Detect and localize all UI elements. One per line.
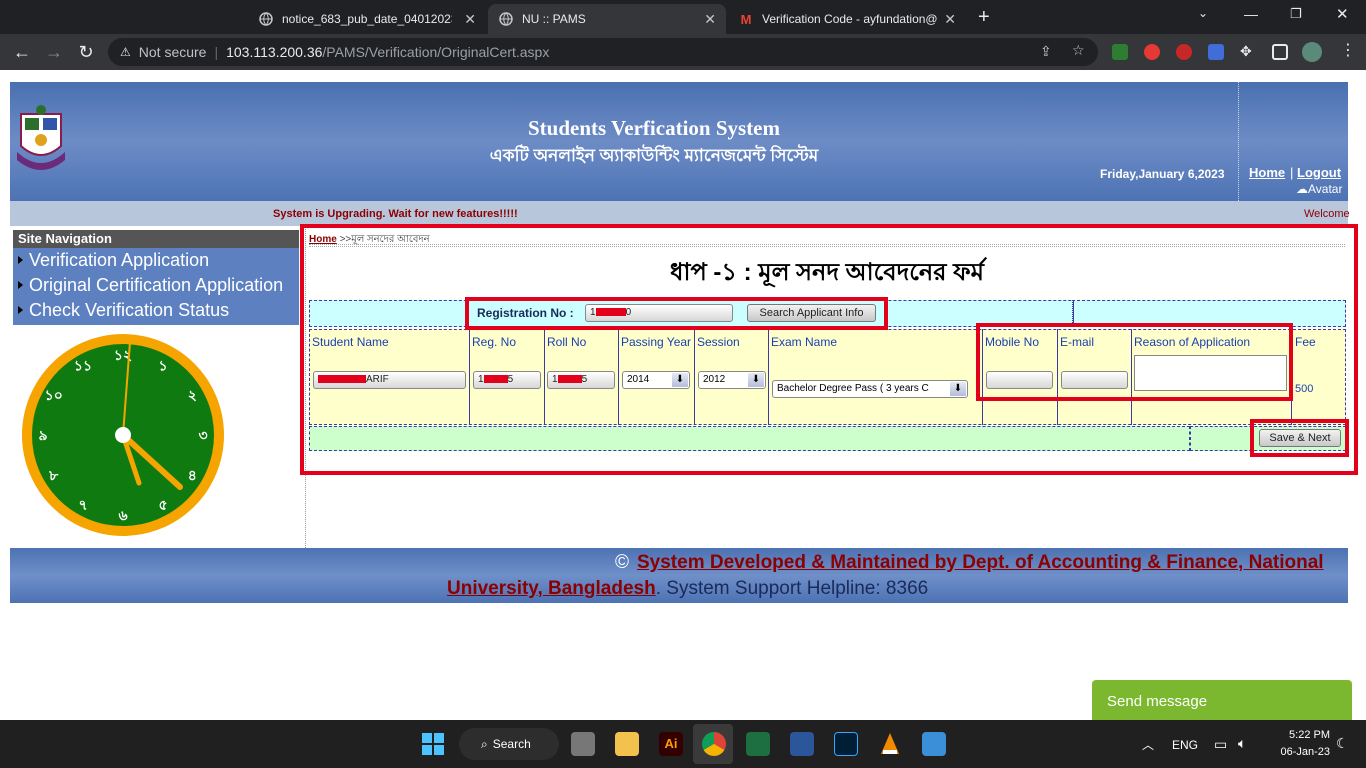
send-message-button[interactable]: Send message bbox=[1092, 680, 1352, 720]
clock-numeral: ২ bbox=[188, 388, 197, 404]
share-icon[interactable]: ⇪ bbox=[1040, 43, 1052, 60]
close-icon[interactable]: ✕ bbox=[464, 11, 476, 28]
restore-button[interactable]: ❐ bbox=[1290, 6, 1302, 22]
developer-link[interactable]: System Developed & Maintained by Dept. o… bbox=[637, 552, 1324, 574]
security-label: Not secure bbox=[138, 44, 207, 60]
word-icon[interactable] bbox=[790, 732, 814, 756]
avatar-image-icon: ☁ bbox=[1296, 182, 1308, 196]
tab-label: notice_683_pub_date_04012023.p bbox=[282, 12, 452, 26]
forward-button[interactable]: → bbox=[42, 40, 66, 64]
clock-numeral: ৫ bbox=[158, 497, 167, 513]
notification-icon[interactable]: ☾ bbox=[1336, 735, 1349, 752]
tab-label: Verification Code - ayfundation@ bbox=[762, 12, 938, 26]
photoshop-icon[interactable] bbox=[834, 732, 858, 756]
analog-clock: ১১ ১০ ৯ ৮ ৭ ৬ ৫ ৪ ৩ ২ ১ ১২ bbox=[18, 330, 228, 540]
profile-avatar[interactable] bbox=[1302, 42, 1322, 62]
notice-bar: System is Upgrading. Wait for new featur… bbox=[10, 201, 1350, 226]
search-icon: ⌕ bbox=[481, 736, 488, 751]
nav-item-verification-application[interactable]: Verification Application bbox=[13, 248, 299, 273]
warning-icon: ⚠ bbox=[120, 45, 131, 59]
tab-notice[interactable]: notice_683_pub_date_04012023.p ✕ bbox=[248, 4, 486, 34]
save-highlight-box bbox=[1250, 419, 1349, 457]
clock-numeral: ৭ bbox=[78, 497, 87, 513]
university-link[interactable]: University, Bangladesh bbox=[447, 578, 656, 599]
site-header: Students Verfication System একটি অনলাইন … bbox=[10, 82, 1348, 201]
menu-dots-icon[interactable]: ⋮ bbox=[1340, 40, 1356, 60]
vlc-icon[interactable] bbox=[878, 732, 902, 756]
clock-numeral: ১ bbox=[158, 359, 167, 375]
close-icon[interactable]: ✕ bbox=[944, 11, 956, 28]
volume-icon[interactable]: 🔈︎ bbox=[1238, 735, 1246, 752]
network-icon[interactable]: ▭ bbox=[1214, 736, 1227, 753]
copyright-symbol: © bbox=[615, 552, 629, 573]
omnibox-divider: | bbox=[214, 44, 219, 60]
clock-time[interactable]: 5:22 PM bbox=[1270, 729, 1330, 741]
url-host: 103.113.200.36 bbox=[226, 44, 323, 60]
avatar: ☁Avatar bbox=[1296, 182, 1342, 196]
close-icon[interactable]: ✕ bbox=[704, 11, 716, 28]
registration-highlight-box bbox=[465, 297, 888, 330]
nav-item-check-status[interactable]: Check Verification Status bbox=[13, 298, 299, 323]
bookmark-star-icon[interactable]: ☆ bbox=[1072, 42, 1085, 59]
taskbar-search[interactable]: ⌕ Search bbox=[459, 728, 559, 760]
gmail-icon: M bbox=[740, 11, 752, 27]
analytics-extension-icon[interactable] bbox=[1112, 44, 1128, 60]
header-divider bbox=[1238, 82, 1239, 201]
chevron-up-icon[interactable]: ︿ bbox=[1142, 736, 1154, 753]
clock-numeral: ৪ bbox=[188, 468, 197, 484]
excel-icon[interactable] bbox=[746, 732, 770, 756]
helpline-text: . System Support Helpline: 8366 bbox=[655, 578, 929, 599]
extensions-puzzle-icon[interactable]: ✥ bbox=[1240, 43, 1256, 59]
avatar-label: Avatar bbox=[1308, 182, 1343, 196]
home-link[interactable]: Home bbox=[1249, 165, 1285, 180]
browser-tab-bar: notice_683_pub_date_04012023.p ✕ NU :: P… bbox=[0, 0, 1366, 34]
url-path: /PAMS/Verification/OriginalCert.aspx bbox=[322, 44, 550, 60]
new-tab-button[interactable]: + bbox=[978, 6, 990, 29]
youtube-extension-icon[interactable] bbox=[1144, 44, 1160, 60]
translate-extension-icon[interactable] bbox=[1208, 44, 1224, 60]
task-view-icon[interactable] bbox=[571, 732, 595, 756]
language-indicator[interactable]: ENG bbox=[1172, 738, 1198, 752]
clock-numeral: ৮ bbox=[48, 468, 59, 484]
taskbar: ⌕ Search ︿ ENG ▭ 🔈︎ 5:22 PM 06-Jan-23 ☾ bbox=[0, 720, 1366, 768]
tab-nu-pams[interactable]: NU :: PAMS ✕ bbox=[488, 4, 726, 34]
tab-search-icon[interactable]: ⌄ bbox=[1198, 6, 1208, 20]
clock-numeral: ৯ bbox=[38, 428, 47, 444]
clock-numeral: ৬ bbox=[118, 508, 127, 524]
clock-numeral: ১০ bbox=[45, 388, 63, 404]
clock-numeral: ১১ bbox=[74, 359, 92, 375]
file-explorer-icon[interactable] bbox=[615, 732, 639, 756]
clock-numeral: ৩ bbox=[198, 428, 207, 444]
side-panel-icon[interactable] bbox=[1272, 44, 1288, 60]
lock-extension-icon[interactable] bbox=[1176, 44, 1192, 60]
contact-highlight-box bbox=[976, 323, 1293, 401]
illustrator-icon[interactable]: Ai bbox=[659, 732, 683, 756]
chrome-icon[interactable] bbox=[702, 732, 726, 756]
current-date: Friday,January 6,2023 bbox=[1100, 167, 1225, 181]
back-button[interactable]: ← bbox=[10, 40, 34, 64]
link-separator: | bbox=[1290, 165, 1294, 180]
minimize-button[interactable]: — bbox=[1244, 6, 1258, 22]
tab-label: NU :: PAMS bbox=[522, 12, 586, 26]
reload-button[interactable]: ↻ bbox=[74, 40, 98, 64]
clock-date[interactable]: 06-Jan-23 bbox=[1266, 746, 1330, 758]
logout-link[interactable]: Logout bbox=[1297, 165, 1341, 180]
address-bar[interactable]: ⚠ Not secure | 103.113.200.36/PAMS/Verif… bbox=[108, 38, 1098, 66]
site-navigation: Site Navigation Verification Application… bbox=[13, 230, 299, 325]
search-label: Search bbox=[492, 737, 531, 751]
photos-icon[interactable] bbox=[922, 732, 946, 756]
window-close-button[interactable]: ✕ bbox=[1336, 5, 1349, 23]
globe-icon bbox=[258, 11, 274, 27]
site-title: Students Verfication System bbox=[527, 116, 780, 140]
site-footer: © System Developed & Maintained by Dept.… bbox=[10, 548, 1348, 603]
globe-icon bbox=[498, 11, 514, 27]
tab-gmail[interactable]: M Verification Code - ayfundation@ ✕ bbox=[728, 4, 966, 34]
footer-line2: University, Bangladesh. System Support H… bbox=[447, 578, 928, 600]
windows-start-icon[interactable] bbox=[421, 732, 445, 756]
nav-item-original-certification[interactable]: Original Certification Application bbox=[13, 273, 299, 298]
upgrade-notice: System is Upgrading. Wait for new featur… bbox=[273, 208, 518, 220]
welcome-text: Welcome bbox=[1304, 208, 1350, 220]
nav-title: Site Navigation bbox=[13, 230, 299, 248]
